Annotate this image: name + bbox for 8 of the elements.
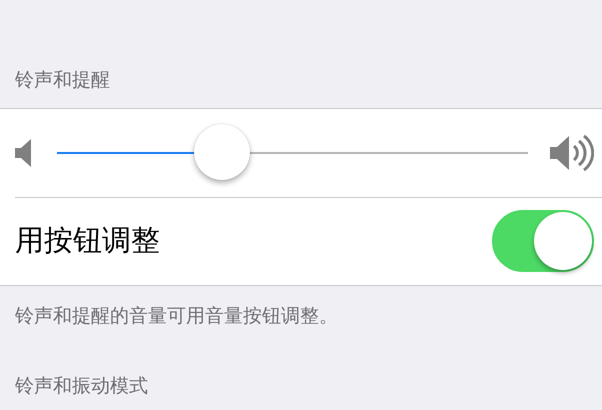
- setting-label: 用按钮调整: [15, 222, 161, 259]
- section-header: 铃声和振动模式: [15, 374, 148, 399]
- volume-slider[interactable]: [57, 124, 528, 182]
- slider-thumb[interactable]: [194, 124, 250, 180]
- section-header: 铃声和提醒: [15, 68, 110, 93]
- toggle-switch[interactable]: [492, 210, 594, 272]
- volume-high-icon: [550, 133, 594, 173]
- footer-note: 铃声和提醒的音量可用音量按钮调整。: [15, 305, 338, 327]
